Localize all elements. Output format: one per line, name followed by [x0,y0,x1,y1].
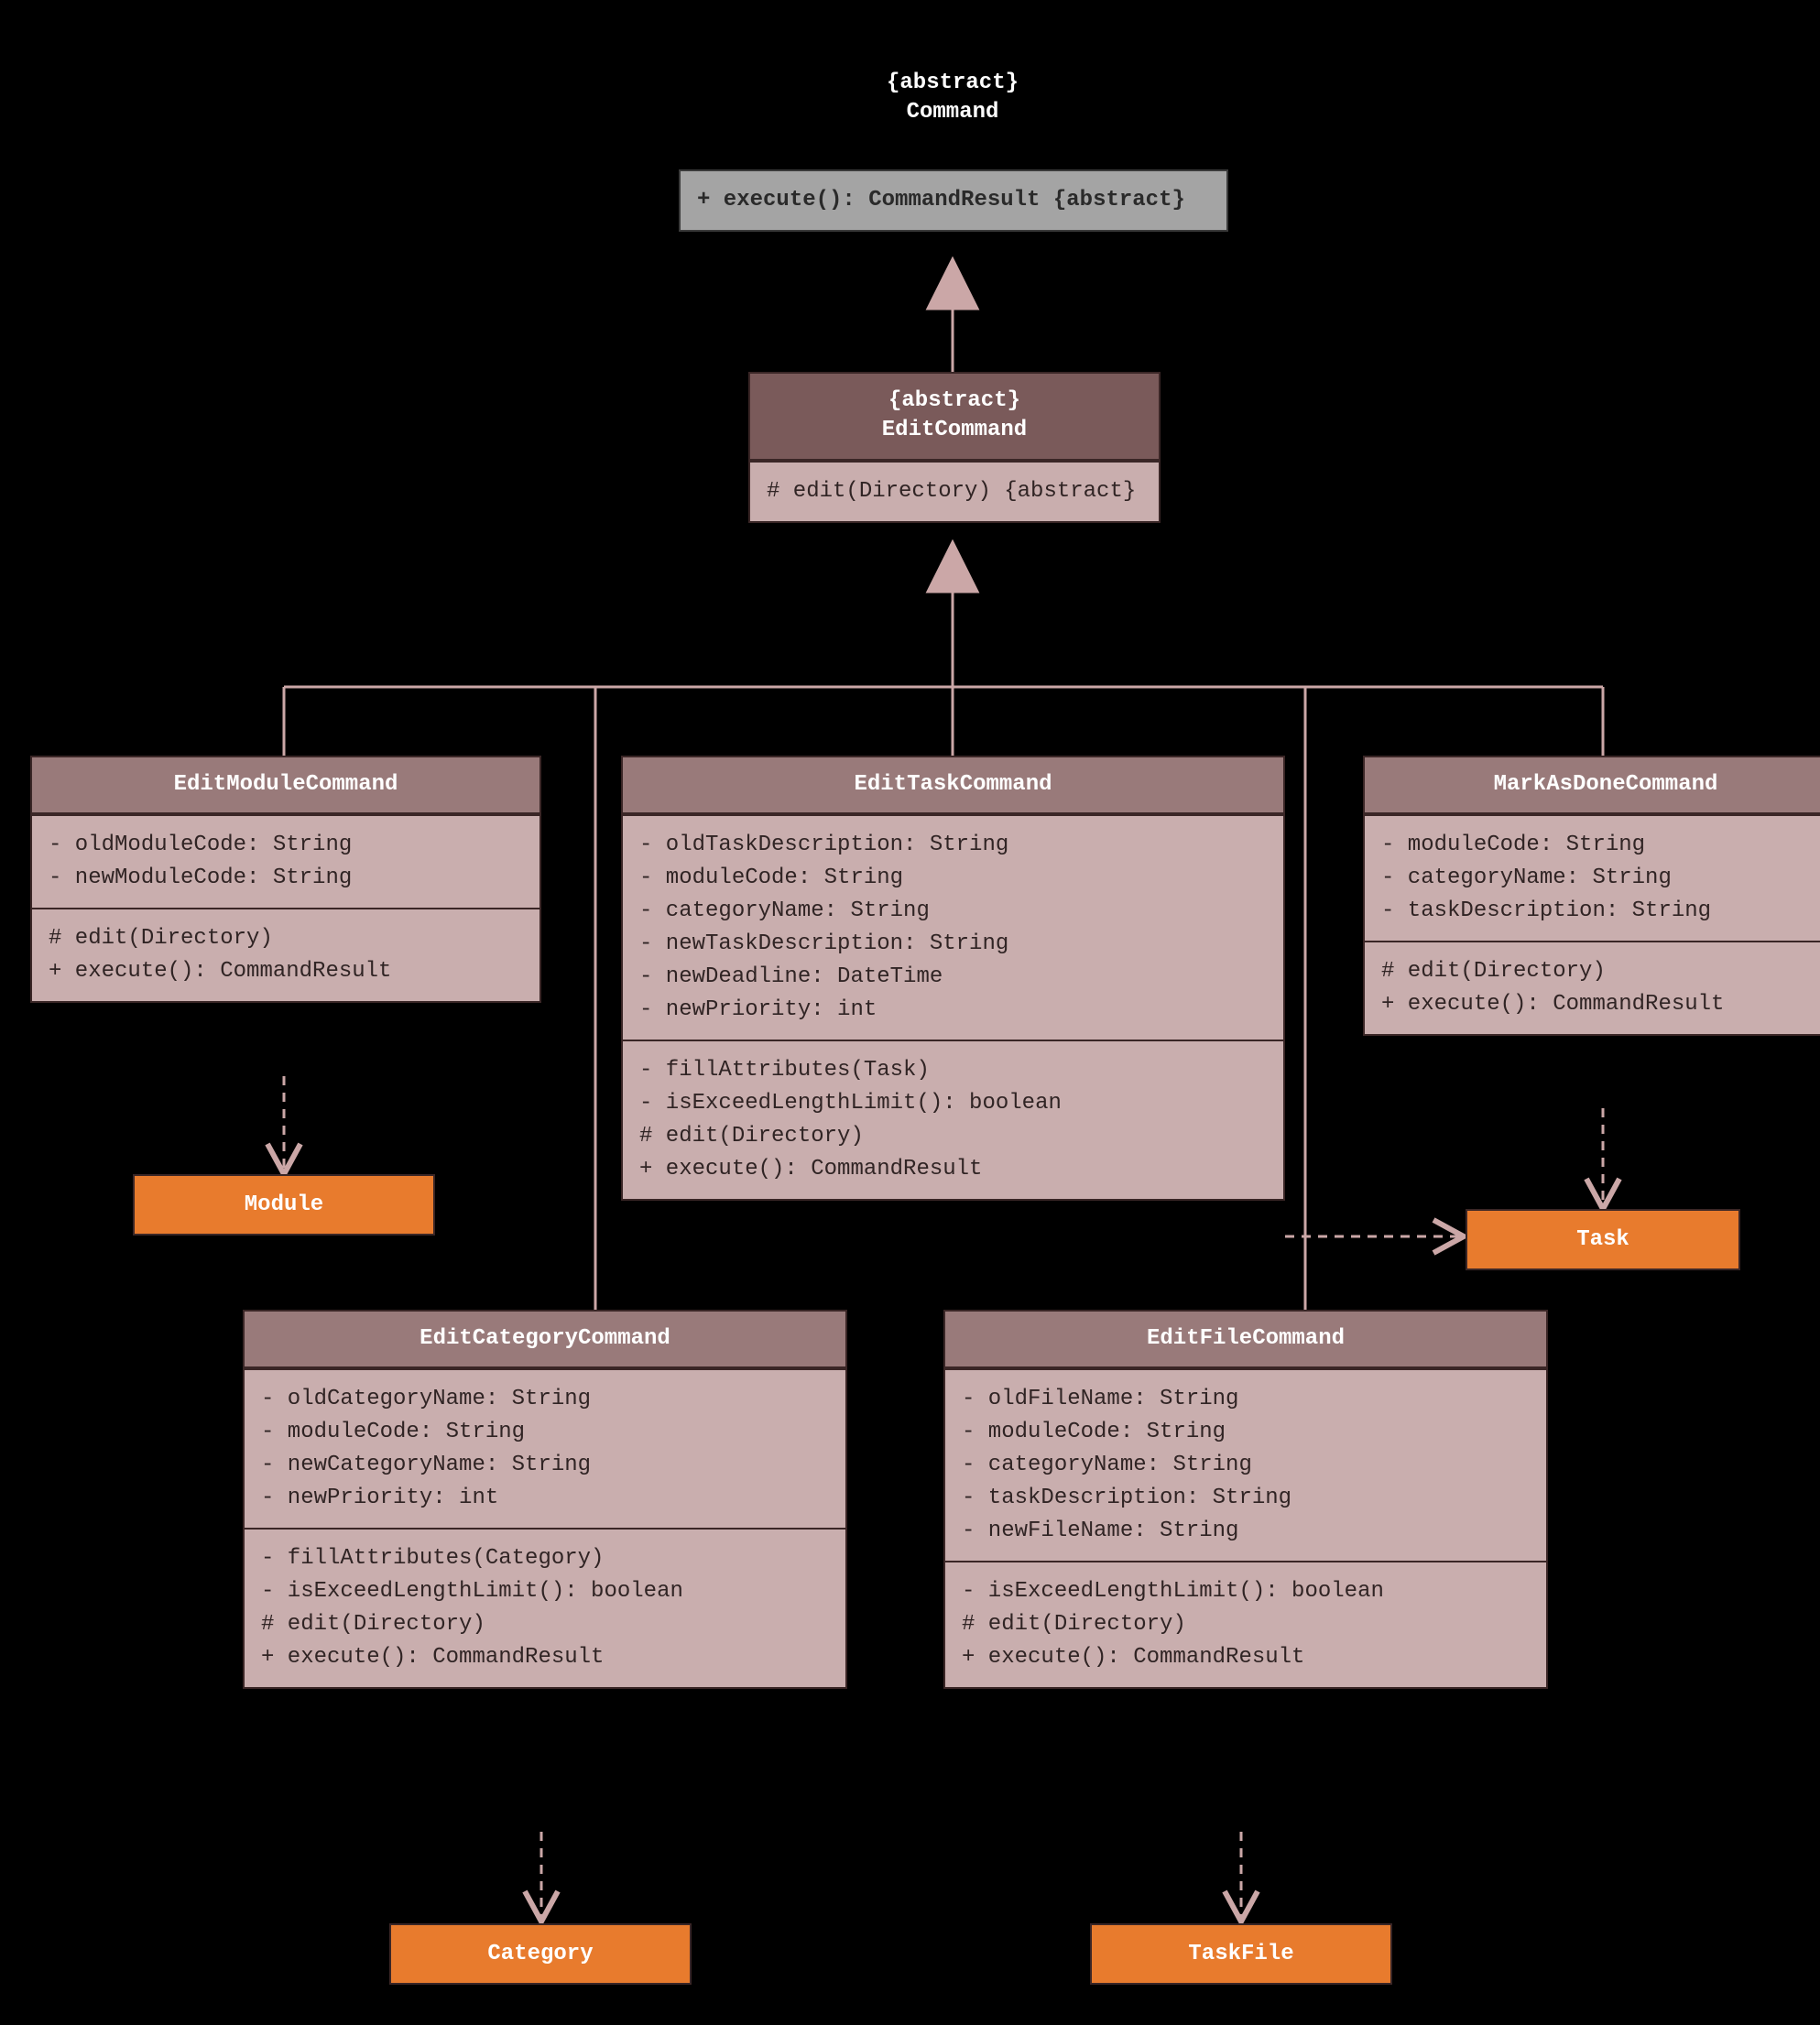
attr-row: - moduleCode: String [639,862,1267,895]
class-edit-task-command: EditTaskCommand - oldTaskDescription: St… [621,756,1285,1201]
class-edit-module-command: EditModuleCommand - oldModuleCode: Strin… [30,756,541,1003]
edit-module-title: EditModuleCommand [32,757,539,814]
attr-row: - oldCategoryName: String [261,1383,829,1416]
attr-row: - oldTaskDescription: String [639,829,1267,862]
attr-row: - newFileName: String [962,1515,1530,1548]
method-row: # edit(Directory) [639,1120,1267,1153]
method-row: - fillAttributes(Category) [261,1542,829,1575]
edit-category-attrs: - oldCategoryName: String - moduleCode: … [245,1368,845,1528]
uml-canvas: {abstract} Command + execute(): CommandR… [27,27,1793,1998]
method-row: - isExceedLengthLimit(): boolean [261,1575,829,1608]
class-command-header: {abstract} Command [769,60,1136,137]
mark-done-methods: # edit(Directory) + execute(): CommandRe… [1365,941,1820,1034]
attr-row: - categoryName: String [639,895,1267,928]
attr-row: - newPriority: int [639,994,1267,1027]
target-module: Module [133,1174,435,1236]
mark-done-title: MarkAsDoneCommand [1365,757,1820,814]
edit-command-name: EditCommand [759,416,1150,445]
attr-row: - taskDescription: String [1381,895,1820,928]
method-row: - isExceedLengthLimit(): boolean [639,1087,1267,1120]
class-command-title: {abstract} Command [769,60,1136,137]
method-row: # edit(Directory) [49,922,523,955]
command-stereotype: {abstract} [779,69,1127,98]
attr-row: - moduleCode: String [261,1416,829,1449]
method-row: + execute(): CommandResult [261,1641,829,1674]
method-row: - isExceedLengthLimit(): boolean [962,1575,1530,1608]
method-row: # edit(Directory) [261,1608,829,1641]
attr-row: - oldModuleCode: String [49,829,523,862]
edit-module-attrs: - oldModuleCode: String - newModuleCode:… [32,814,539,908]
target-category: Category [389,1923,692,1985]
attr-row: - newTaskDescription: String [639,928,1267,961]
mark-done-attrs: - moduleCode: String - categoryName: Str… [1365,814,1820,941]
command-method: + execute(): CommandResult {abstract} [697,184,1210,217]
edit-command-method: # edit(Directory) {abstract} [767,475,1142,508]
attr-row: - newPriority: int [261,1482,829,1515]
command-name: Command [779,98,1127,127]
attr-row: - newDeadline: DateTime [639,961,1267,994]
edit-command-stereotype: {abstract} [759,386,1150,416]
attr-row: - oldFileName: String [962,1383,1530,1416]
edit-task-attrs: - oldTaskDescription: String - moduleCod… [623,814,1283,1040]
edit-file-attrs: - oldFileName: String - moduleCode: Stri… [945,1368,1546,1561]
attr-row: - categoryName: String [1381,862,1820,895]
method-row: + execute(): CommandResult [639,1153,1267,1186]
attr-row: - categoryName: String [962,1449,1530,1482]
edit-file-title: EditFileCommand [945,1312,1546,1368]
edit-task-methods: - fillAttributes(Task) - isExceedLengthL… [623,1040,1283,1199]
method-row: + execute(): CommandResult [49,955,523,988]
target-task: Task [1466,1209,1740,1270]
class-edit-category-command: EditCategoryCommand - oldCategoryName: S… [243,1310,847,1689]
edit-module-methods: # edit(Directory) + execute(): CommandRe… [32,908,539,1001]
edit-category-methods: - fillAttributes(Category) - isExceedLen… [245,1528,845,1687]
attr-row: - newModuleCode: String [49,862,523,895]
edit-task-title: EditTaskCommand [623,757,1283,814]
target-taskfile: TaskFile [1090,1923,1392,1985]
method-row: + execute(): CommandResult [1381,988,1820,1021]
method-row: - fillAttributes(Task) [639,1054,1267,1087]
attr-row: - moduleCode: String [1381,829,1820,862]
attr-row: - taskDescription: String [962,1482,1530,1515]
class-command-body: + execute(): CommandResult {abstract} [679,169,1228,232]
edit-file-methods: - isExceedLengthLimit(): boolean # edit(… [945,1561,1546,1687]
method-row: + execute(): CommandResult [962,1641,1530,1674]
method-row: # edit(Directory) [1381,955,1820,988]
attr-row: - moduleCode: String [962,1416,1530,1449]
edit-command-title: {abstract} EditCommand [750,374,1159,461]
class-mark-as-done-command: MarkAsDoneCommand - moduleCode: String -… [1363,756,1820,1036]
class-edit-file-command: EditFileCommand - oldFileName: String - … [943,1310,1548,1689]
attr-row: - newCategoryName: String [261,1449,829,1482]
method-row: # edit(Directory) [962,1608,1530,1641]
edit-category-title: EditCategoryCommand [245,1312,845,1368]
class-edit-command: {abstract} EditCommand # edit(Directory)… [748,372,1161,523]
